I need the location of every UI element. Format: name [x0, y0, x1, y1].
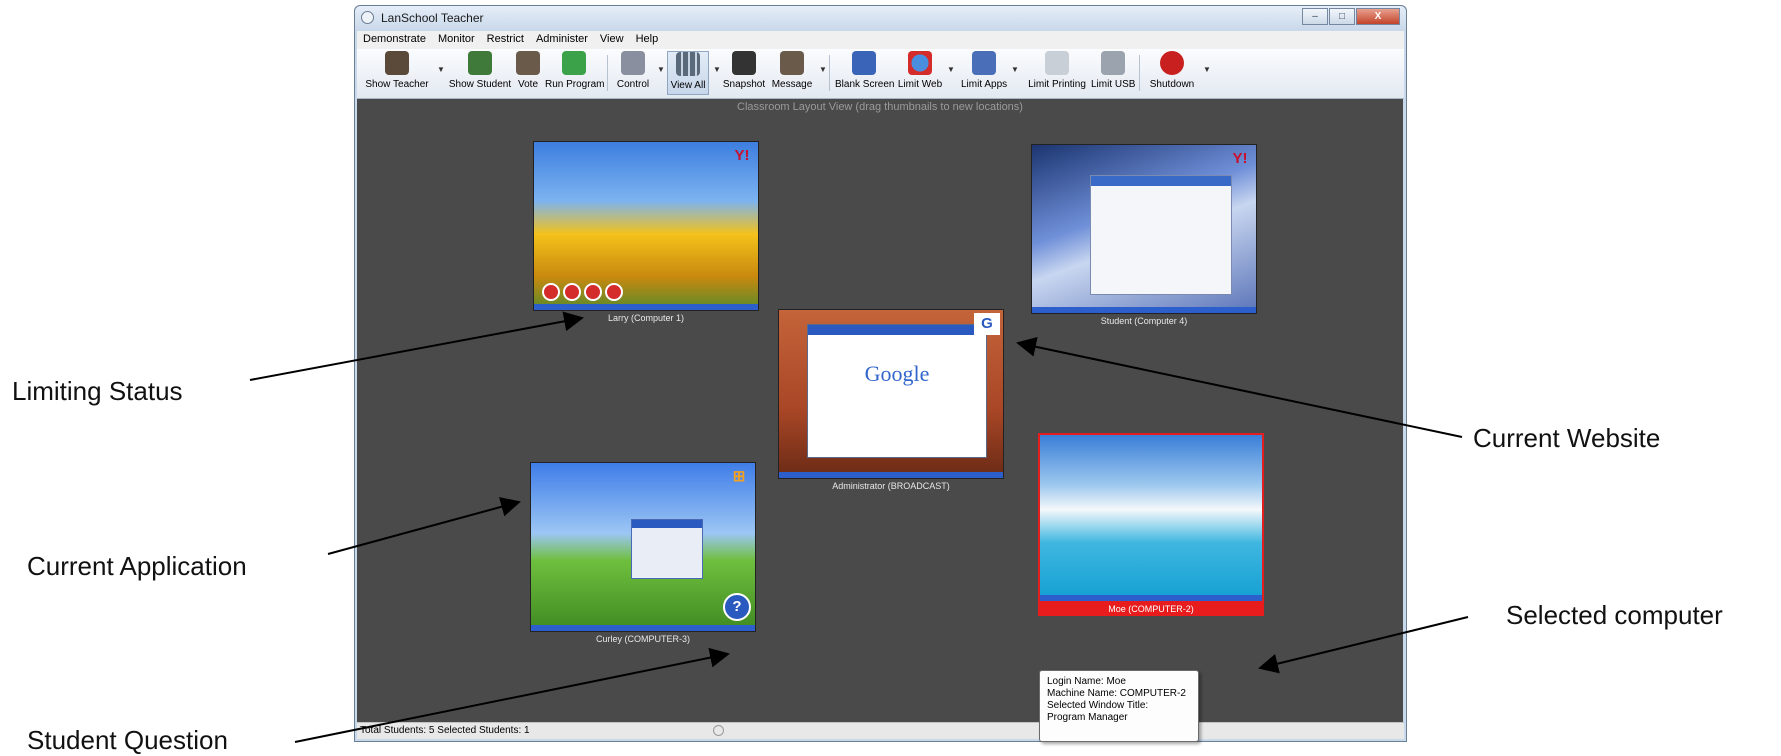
arrow-current-website	[1016, 336, 1463, 438]
arrow-limiting-status	[249, 311, 584, 381]
annotation-arrows	[249, 311, 1469, 743]
arrow-current-application	[327, 497, 521, 555]
arrow-selected-computer	[1258, 616, 1469, 674]
arrow-student-question	[294, 647, 730, 743]
